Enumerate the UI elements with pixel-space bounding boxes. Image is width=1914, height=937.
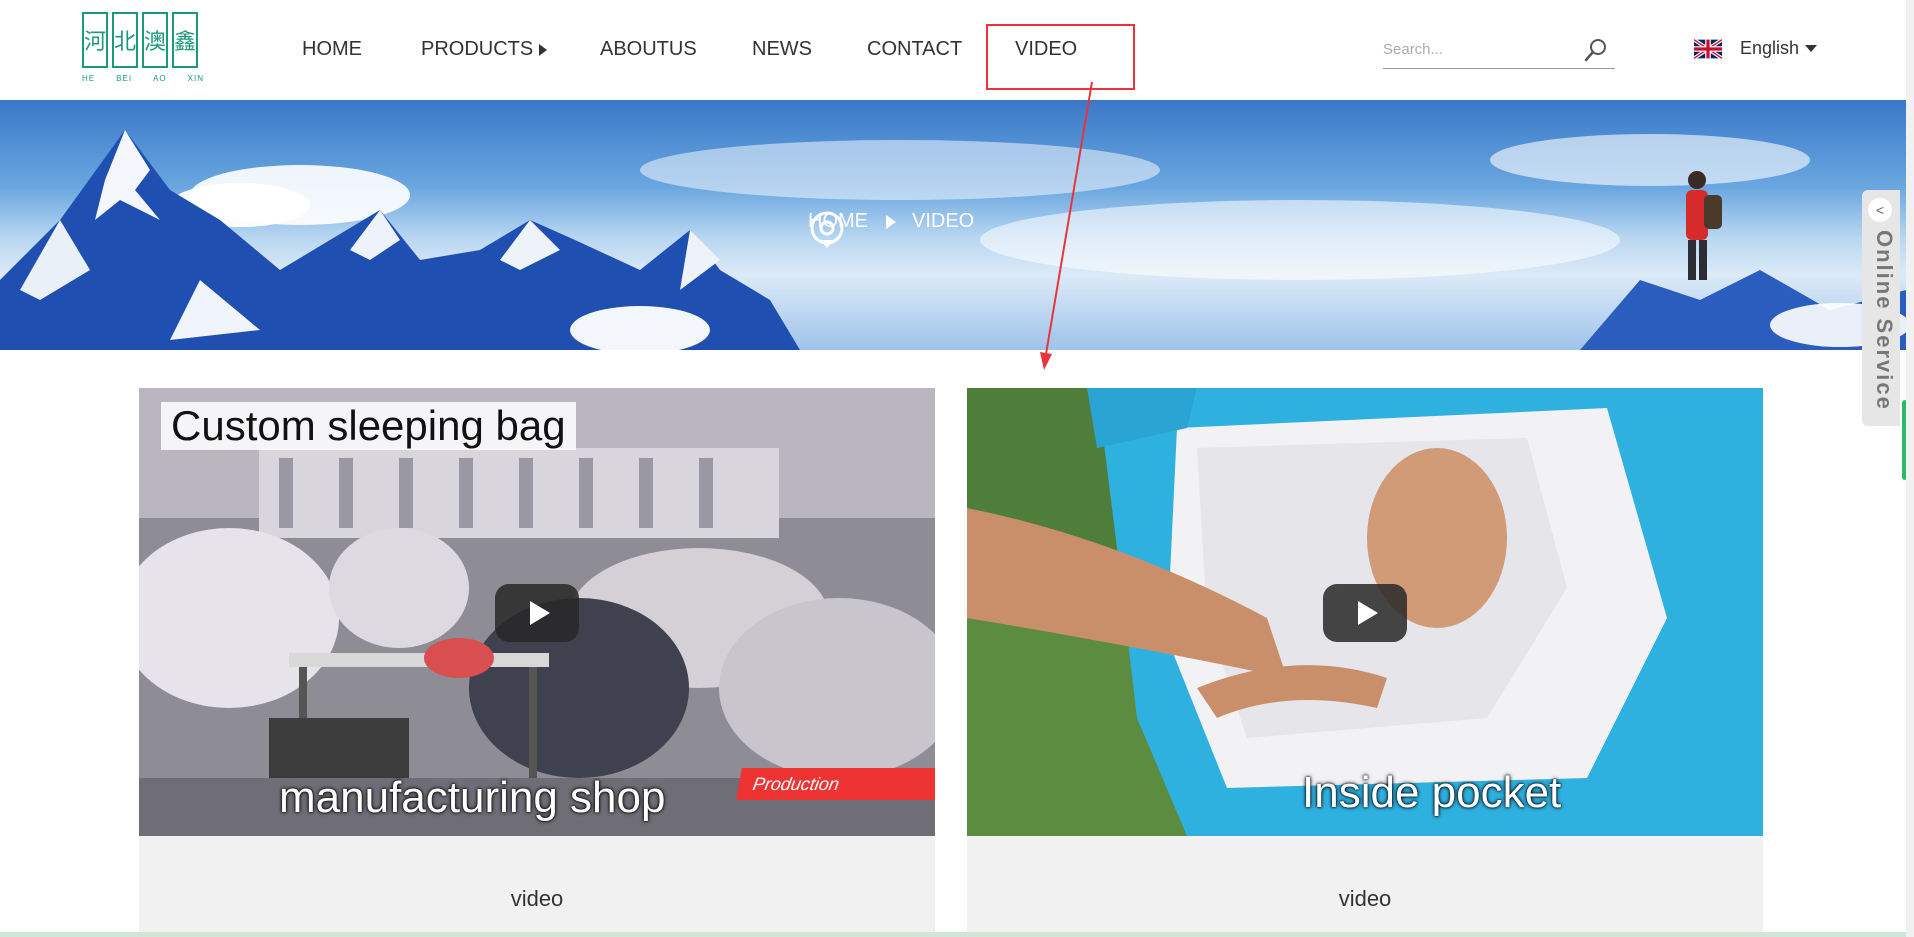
video-card[interactable]: Custom sleeping bag Production manufactu… xyxy=(139,388,935,937)
video-thumbnail[interactable]: Custom sleeping bag Production manufactu… xyxy=(139,388,935,836)
language-label: English xyxy=(1740,38,1800,58)
play-button[interactable] xyxy=(495,584,579,642)
language-selector[interactable]: English xyxy=(1694,38,1818,59)
page-scrollbar[interactable] xyxy=(1906,0,1914,937)
nav-about[interactable]: ABOUTUS xyxy=(600,38,697,61)
online-service-label: Online Service xyxy=(1872,230,1897,411)
production-tag: Production xyxy=(736,768,935,800)
logo-sub-text: AO xyxy=(153,74,167,83)
logo-sub-text: XIN xyxy=(187,74,204,83)
nav-contact[interactable]: CONTACT xyxy=(867,38,962,61)
logo-char: 澳 xyxy=(142,12,168,68)
chevron-left-icon: < xyxy=(1868,198,1892,222)
location-pin-icon xyxy=(810,211,844,248)
page-banner: HOME VIDEO xyxy=(0,100,1906,350)
uk-flag-icon xyxy=(1694,38,1722,59)
nav-products[interactable]: PRODUCTS xyxy=(421,38,548,61)
video-card-title[interactable]: video xyxy=(967,886,1763,912)
logo-sub-text: HE xyxy=(82,74,96,83)
logo-sub-text: BEI xyxy=(116,74,133,83)
breadcrumb-separator-icon xyxy=(886,214,896,229)
search-box xyxy=(1383,34,1615,69)
chevron-down-icon xyxy=(1805,45,1818,52)
search-icon[interactable] xyxy=(1583,37,1609,63)
nav-products-label: PRODUCTS xyxy=(421,38,534,60)
play-icon xyxy=(1358,601,1378,625)
video-card[interactable]: Inside pocket video xyxy=(967,388,1763,937)
logo-char: 河 xyxy=(82,12,108,68)
site-header: 河 北 澳 鑫 HE BEI AO XIN HOME PRODUCTS ABOU… xyxy=(0,0,1914,100)
page-bottom-strip xyxy=(0,932,1906,937)
video-caption-top: Custom sleeping bag xyxy=(161,402,576,450)
online-service-tab[interactable]: < Online Service xyxy=(1862,190,1900,426)
video-caption-bottom: manufacturing shop xyxy=(279,773,666,822)
company-logo[interactable]: 河 北 澳 鑫 HE BEI AO XIN xyxy=(82,12,204,90)
play-button[interactable] xyxy=(1323,584,1407,642)
video-thumbnail[interactable]: Inside pocket xyxy=(967,388,1763,836)
search-input[interactable] xyxy=(1383,34,1573,64)
logo-char: 鑫 xyxy=(172,12,198,68)
nav-news[interactable]: NEWS xyxy=(752,38,812,61)
video-caption-bottom: Inside pocket xyxy=(1302,768,1562,817)
nav-home[interactable]: HOME xyxy=(302,38,362,61)
logo-char: 北 xyxy=(112,12,138,68)
breadcrumb: HOME VIDEO xyxy=(808,210,975,248)
play-icon xyxy=(530,601,550,625)
caret-right-icon xyxy=(539,43,548,56)
video-card-title[interactable]: video xyxy=(139,886,935,912)
breadcrumb-current: VIDEO xyxy=(912,210,975,232)
annotation-highlight-box xyxy=(986,24,1135,90)
